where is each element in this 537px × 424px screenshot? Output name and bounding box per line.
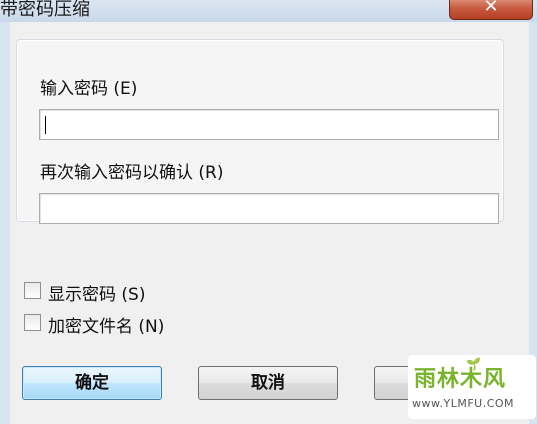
cancel-button[interactable]: 取消 (198, 366, 338, 400)
leaf-icon: 🌱 (466, 357, 481, 371)
close-icon: ✕ (483, 0, 499, 17)
encrypt-filenames-label[interactable]: 加密文件名 (N) (48, 312, 164, 337)
text-caret (45, 116, 46, 134)
ok-button[interactable]: 确定 (22, 366, 162, 400)
confirm-password-input[interactable] (39, 193, 499, 224)
watermark-logo: 雨林木风 🌱 www.YLMFU.COM (408, 355, 536, 419)
close-button[interactable]: ✕ (449, 0, 533, 20)
password-label: 输入密码 (E) (40, 79, 138, 99)
title-bar: 带密码压缩 ✕ (0, 0, 537, 22)
encrypt-filenames-checkbox[interactable] (24, 314, 41, 331)
password-input[interactable] (39, 109, 499, 140)
confirm-password-label: 再次输入密码以确认 (R) (40, 163, 224, 183)
watermark-url: www.YLMFU.COM (412, 397, 515, 410)
window-title: 带密码压缩 (0, 0, 90, 20)
show-password-checkbox[interactable] (24, 282, 41, 299)
show-password-label[interactable]: 显示密码 (S) (48, 280, 145, 305)
watermark-brand: 雨林木风 (414, 367, 507, 392)
